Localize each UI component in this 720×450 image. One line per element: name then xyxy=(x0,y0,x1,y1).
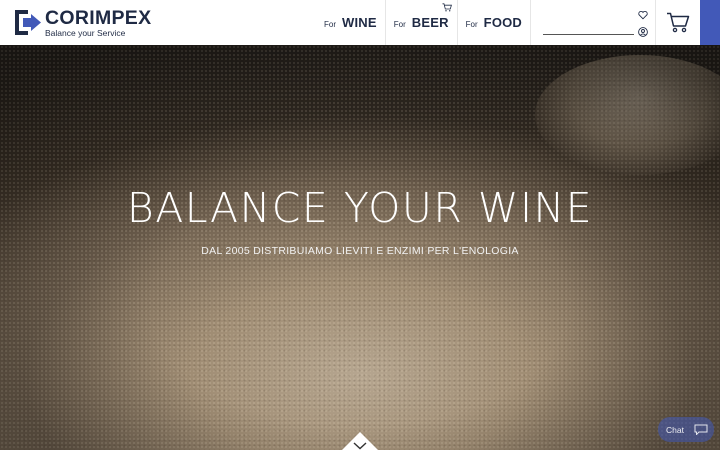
cart-button[interactable] xyxy=(656,0,700,45)
hero-title: BALANCE YOUR WINE xyxy=(126,184,594,232)
brand-tagline: Balance your Service xyxy=(45,28,126,38)
nav-prefix: For xyxy=(465,19,478,29)
nav-prefix: For xyxy=(324,19,336,29)
nav-label: BEER xyxy=(411,15,449,30)
chat-label: Chat xyxy=(666,424,684,435)
logo-link[interactable]: CORIMPEX Balance your Service xyxy=(0,0,180,45)
nav-label: FOOD xyxy=(483,15,523,30)
mini-cart-icon xyxy=(442,3,452,12)
chat-bubble-icon xyxy=(694,424,708,435)
cart-icon xyxy=(667,12,690,33)
brand-name: CORIMPEX xyxy=(45,7,152,29)
hero-banner: BALANCE YOUR WINE DAL 2005 DISTRIBUIAMO … xyxy=(0,45,720,450)
nav-item-wine[interactable]: For WINE xyxy=(313,0,386,45)
menu-toggle-block[interactable] xyxy=(700,0,720,45)
nav-item-beer[interactable]: For BEER xyxy=(386,0,458,45)
hero-subtitle: DAL 2005 DISTRIBUIAMO LIEVITI E ENZIMI P… xyxy=(201,245,519,257)
search-input[interactable] xyxy=(543,21,635,35)
search-area xyxy=(531,0,657,45)
nav-prefix: For xyxy=(393,19,406,29)
user-icon[interactable] xyxy=(638,27,648,37)
chat-widget-button[interactable]: Chat xyxy=(658,417,714,442)
nav-label: WINE xyxy=(342,15,377,30)
nav-item-food[interactable]: For FOOD xyxy=(458,0,532,45)
heart-icon[interactable] xyxy=(638,10,648,20)
corimpex-logo-icon xyxy=(15,10,42,35)
chevron-down-icon xyxy=(353,442,367,450)
main-nav: For WINE For BEER For FOOD xyxy=(313,0,532,45)
site-header: CORIMPEX Balance your Service For WINE F… xyxy=(0,0,720,45)
